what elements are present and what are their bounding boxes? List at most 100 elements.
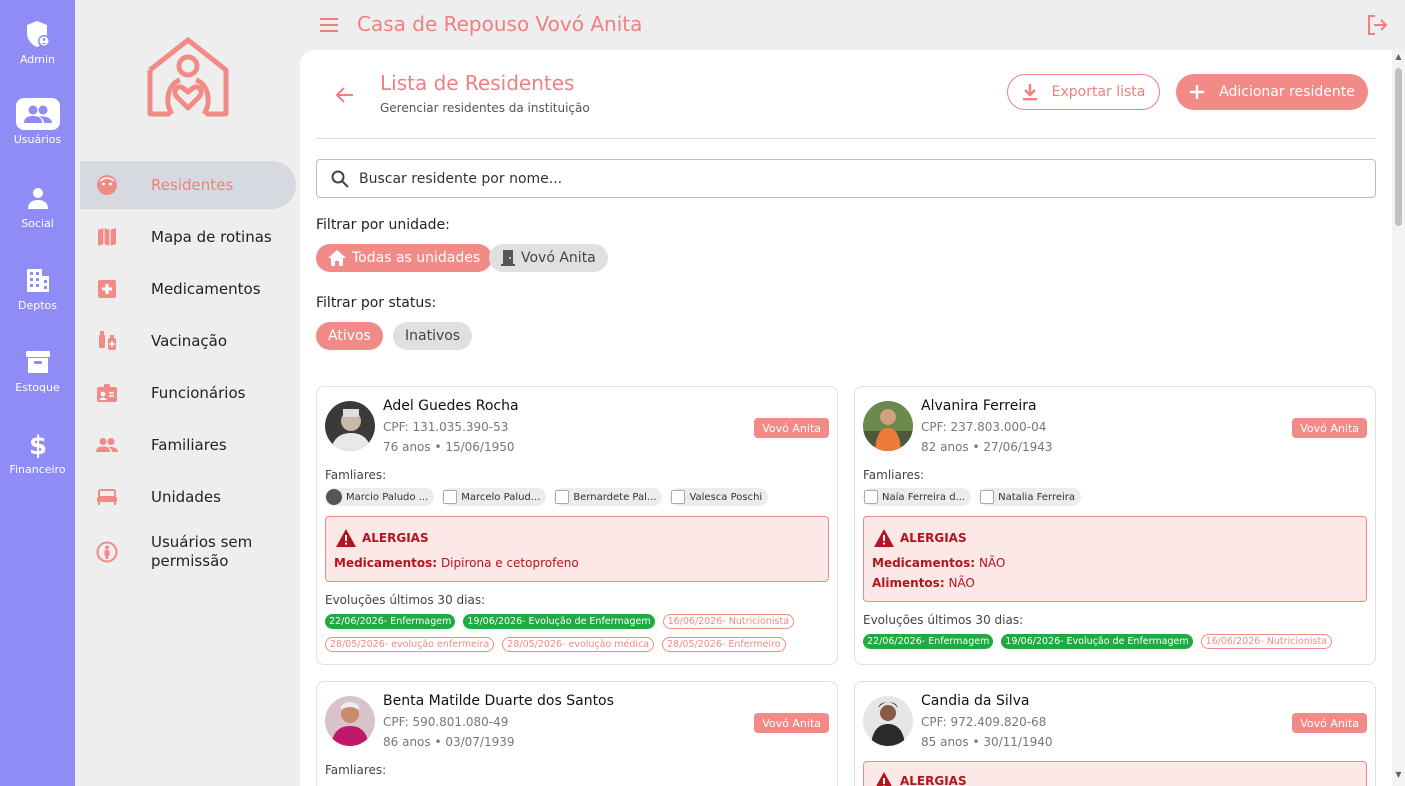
allergy-header: ALERGIAS (874, 772, 967, 786)
unit-chip-vovo-anita[interactable]: Vovó Anita (489, 244, 608, 272)
nav-item-vacinacao[interactable]: Vacinação (80, 317, 296, 365)
svg-text:$: $ (28, 431, 46, 458)
badge-icon (96, 382, 118, 404)
page-title: Lista de Residentes (380, 71, 575, 95)
unit-chip-todas[interactable]: Todas as unidades (316, 244, 493, 272)
family-name: Marcio Paludo ... (346, 491, 429, 503)
family-chip[interactable]: Valesca Poschi (670, 488, 769, 506)
vaccine-icon (96, 330, 118, 352)
nav-item-mapa-de-rotinas[interactable]: Mapa de rotinas (80, 213, 296, 261)
archive-icon (16, 346, 60, 378)
broken-image-icon (443, 490, 458, 504)
family-label: Famliares: (863, 468, 925, 482)
evolution-chip[interactable]: 19/06/2026- Evolução de Enfermagem (1001, 634, 1193, 649)
rail-label: Social (21, 217, 54, 230)
evolution-chip[interactable]: 28/05/2026- Enfermeiro (662, 637, 786, 652)
nav-label: Funcionários (151, 383, 246, 402)
rail-item-usuarios[interactable]: Usuários (0, 98, 75, 146)
allergy-key: Medicamentos: (334, 556, 438, 570)
family-name: Marcelo Palud... (461, 491, 541, 503)
chip-label: Vovó Anita (521, 250, 596, 266)
face-icon (96, 174, 118, 196)
resident-card[interactable]: Benta Matilde Duarte dos Santos CPF: 590… (316, 681, 838, 786)
resident-card[interactable]: Candia da Silva CPF: 972.409.820-68 85 a… (854, 681, 1376, 786)
rail-item-estoque[interactable]: Estoque (0, 346, 75, 394)
chip-label: Ativos (328, 328, 371, 344)
brand-logo (144, 36, 232, 118)
allergy-title: ALERGIAS (362, 531, 429, 545)
nav-label: Familiares (151, 435, 227, 454)
evolutions-row: 22/06/2026- Enfermagem 19/06/2026- Evolu… (325, 614, 795, 629)
person-icon (16, 182, 60, 214)
evolution-chip[interactable]: 22/06/2026- Enfermagem (325, 614, 456, 629)
allergy-box: ALERGIAS Medicamentos: Dipirona e cetopr… (325, 516, 829, 582)
allergy-medications: Medicamentos: NÃO (872, 556, 1005, 570)
allergy-medications: Medicamentos: Dipirona e cetoprofeno (334, 556, 579, 570)
search-input[interactable] (359, 160, 1359, 197)
allergy-value: Dipirona e cetoprofeno (440, 556, 579, 570)
back-arrow-icon[interactable] (334, 84, 356, 106)
resident-name: Benta Matilde Duarte dos Santos (383, 693, 614, 709)
map-icon (96, 226, 118, 248)
nav-item-familiares[interactable]: Familiares (80, 421, 296, 469)
family-avatar (326, 489, 342, 505)
resident-name: Adel Guedes Rocha (383, 398, 519, 414)
resident-card[interactable]: Alvanira Ferreira CPF: 237.803.000-04 82… (854, 386, 1376, 665)
evolution-chip[interactable]: 28/05/2026- evolução médica (502, 637, 655, 652)
resident-age: 86 anos • 03/07/1939 (383, 735, 515, 749)
scroll-down-arrow-icon[interactable]: ▼ (1394, 770, 1403, 779)
family-chip[interactable]: Bernardete Pal... (554, 488, 663, 506)
admin-shield-icon (16, 18, 60, 50)
nav-item-unidades[interactable]: Unidades (80, 473, 296, 521)
rail-item-financeiro[interactable]: $ Financeiro (0, 428, 75, 476)
rail-item-admin[interactable]: Admin (0, 18, 75, 66)
export-list-button[interactable]: Exportar lista (1007, 74, 1160, 110)
family-name: Naía Ferreira d... (882, 491, 966, 503)
evolution-chip[interactable]: 16/06/2026- Nutricionista (662, 614, 795, 629)
resident-avatar (325, 401, 375, 451)
rail-item-deptos[interactable]: Deptos (0, 264, 75, 312)
nav-item-usuarios-sem-permissao[interactable]: Usuários sem permissão (80, 528, 296, 576)
status-chip-inativos[interactable]: Inativos (393, 322, 473, 350)
allergy-key: Medicamentos: (872, 556, 976, 570)
rail-label: Admin (19, 53, 56, 66)
status-filter-label: Filtrar por status: (316, 295, 437, 311)
rail-item-social[interactable]: Social (0, 182, 75, 230)
nav-item-residentes[interactable]: Residentes (80, 161, 296, 209)
family-chip[interactable]: Marcio Paludo ... (325, 488, 435, 506)
add-resident-button[interactable]: Adicionar residente (1176, 74, 1368, 110)
unit-badge: Vovó Anita (754, 713, 829, 733)
allergy-value: NÃO (948, 576, 975, 590)
medical-cross-icon (96, 278, 118, 300)
evolutions-label: Evoluções últimos 30 dias: (863, 613, 1024, 627)
resident-age: 85 anos • 30/11/1940 (921, 735, 1053, 749)
resident-cpf: CPF: 590.801.080-49 (383, 715, 509, 729)
family-chip[interactable]: Marcelo Palud... (442, 488, 547, 506)
family-chip[interactable]: Natalia Ferreira (979, 488, 1081, 506)
main-panel: Lista de Residentes Gerenciar residentes… (300, 50, 1392, 786)
search-box[interactable] (316, 159, 1376, 198)
nav-item-medicamentos[interactable]: Medicamentos (80, 265, 296, 313)
family-chip[interactable]: Naía Ferreira d... (863, 488, 972, 506)
chip-label: Inativos (405, 328, 461, 344)
resident-card[interactable]: Adel Guedes Rocha CPF: 131.035.390-53 76… (316, 386, 838, 665)
logout-icon[interactable] (1366, 14, 1388, 36)
evolution-chip[interactable]: 19/06/2026- Evolução de Enfermagem (463, 614, 655, 629)
scrollbar-thumb[interactable] (1395, 68, 1402, 226)
allergy-header: ALERGIAS (874, 529, 967, 547)
evolution-chip[interactable]: 16/06/2026- Nutricionista (1200, 634, 1333, 649)
evolution-chip[interactable]: 22/06/2026- Enfermagem (863, 634, 994, 649)
family-label: Famliares: (325, 763, 387, 777)
evolutions-row: 28/05/2026- evolução enfermeira 28/05/20… (325, 637, 786, 652)
nav-item-funcionarios[interactable]: Funcionários (80, 369, 296, 417)
export-list-label: Exportar lista (1051, 84, 1146, 100)
evolution-chip[interactable]: 28/05/2026- evolução enfermeira (325, 637, 495, 652)
app-rail: Admin Usuários Social Deptos Estoque $ F… (0, 0, 75, 786)
status-chip-ativos[interactable]: Ativos (316, 322, 383, 350)
allergy-title: ALERGIAS (900, 531, 967, 545)
users-icon (15, 98, 60, 130)
scroll-up-arrow-icon[interactable]: ▲ (1394, 52, 1403, 61)
main-scrollbar[interactable]: ▲ ▼ (1392, 50, 1405, 786)
hamburger-menu-icon[interactable] (318, 15, 340, 35)
nav-label: Medicamentos (151, 279, 261, 298)
